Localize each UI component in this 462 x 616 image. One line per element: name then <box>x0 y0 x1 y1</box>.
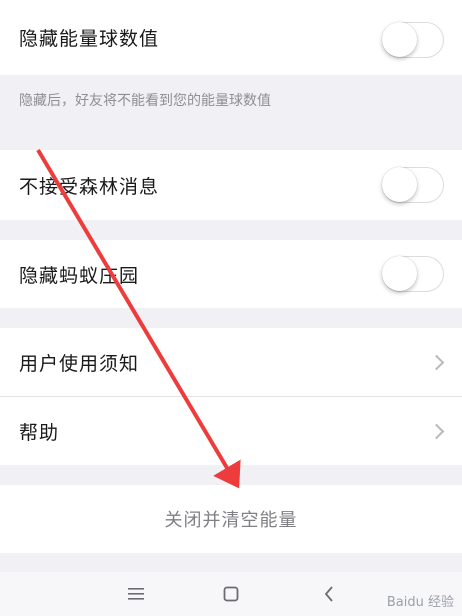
annotation-arrow <box>36 148 241 489</box>
